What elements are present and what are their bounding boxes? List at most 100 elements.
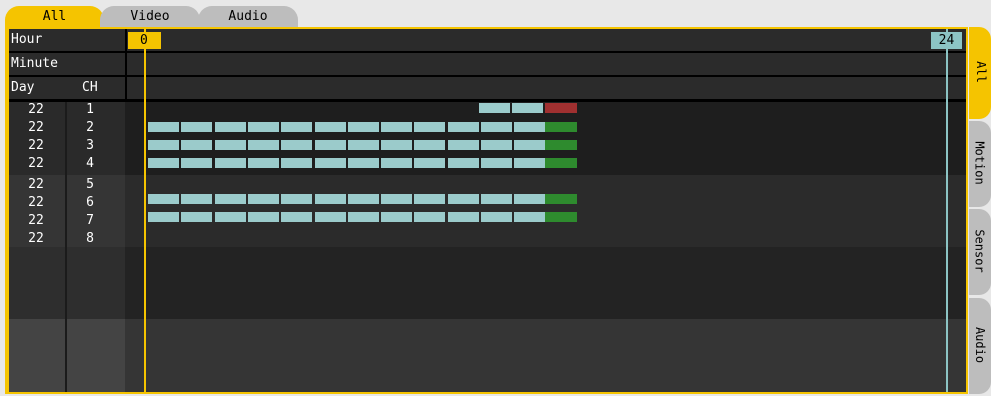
video-segment[interactable] [148, 212, 179, 222]
motion-segment[interactable] [545, 158, 577, 168]
video-segment[interactable] [148, 122, 179, 132]
video-segment[interactable] [514, 212, 546, 222]
video-segment[interactable] [414, 158, 446, 168]
video-segment[interactable] [214, 122, 246, 132]
video-segment[interactable] [447, 194, 479, 204]
video-segment[interactable] [148, 194, 179, 204]
video-segment[interactable] [181, 158, 213, 168]
video-segment[interactable] [481, 158, 512, 168]
video-segment[interactable] [514, 140, 546, 150]
row-channel: 6 [86, 195, 94, 210]
video-segment[interactable] [347, 212, 379, 222]
video-segment[interactable] [181, 194, 213, 204]
start-hour-badge: 0 [128, 32, 161, 49]
side-tab-audio[interactable]: Audio [969, 298, 991, 394]
video-segment[interactable] [281, 158, 313, 168]
video-segment[interactable] [314, 122, 346, 132]
video-segment[interactable] [514, 158, 546, 168]
tab-all[interactable]: All [5, 6, 104, 28]
video-segment[interactable] [314, 194, 346, 204]
video-segment[interactable] [347, 194, 379, 204]
video-segment[interactable] [481, 140, 512, 150]
video-segment[interactable] [514, 194, 546, 204]
video-segment[interactable] [347, 122, 379, 132]
video-segment[interactable] [381, 122, 413, 132]
video-segment[interactable] [481, 212, 512, 222]
video-segment[interactable] [247, 194, 279, 204]
side-tab-all[interactable]: All [969, 27, 991, 119]
side-tab-sensor[interactable]: Sensor [969, 209, 991, 295]
video-segment[interactable] [447, 158, 479, 168]
video-segment[interactable] [247, 140, 279, 150]
row-channel: 1 [86, 102, 94, 117]
row-channel: 7 [86, 213, 94, 228]
video-segment[interactable] [281, 194, 313, 204]
day-ch-ruler [127, 77, 966, 99]
video-segment[interactable] [247, 158, 279, 168]
tab-audio[interactable]: Audio [198, 6, 298, 28]
video-segment[interactable] [512, 103, 543, 113]
side-tab-motion[interactable]: Motion [969, 121, 991, 207]
row-day: 22 [28, 231, 44, 246]
row-channel: 3 [86, 138, 94, 153]
row-day: 22 [28, 177, 44, 192]
video-segment[interactable] [214, 212, 246, 222]
row-channel: 5 [86, 177, 94, 192]
hour-ruler[interactable] [127, 29, 966, 51]
video-segment[interactable] [148, 140, 179, 150]
row-group-4 [9, 319, 966, 392]
video-segment[interactable] [414, 194, 446, 204]
video-segment[interactable] [247, 212, 279, 222]
video-segment[interactable] [314, 212, 346, 222]
video-segment[interactable] [381, 212, 413, 222]
row-day: 22 [28, 120, 44, 135]
minute-ruler[interactable] [127, 53, 966, 75]
video-segment[interactable] [381, 194, 413, 204]
tab-video[interactable]: Video [100, 6, 200, 28]
row-group-4-labels [9, 319, 125, 392]
video-segment[interactable] [314, 158, 346, 168]
video-segment[interactable] [381, 140, 413, 150]
video-segment[interactable] [414, 122, 446, 132]
video-segment[interactable] [148, 158, 179, 168]
video-segment[interactable] [281, 140, 313, 150]
row-day: 22 [28, 213, 44, 228]
video-segment[interactable] [181, 140, 213, 150]
event-segment[interactable] [545, 103, 577, 113]
row-channel: 2 [86, 120, 94, 135]
row-day: 22 [28, 156, 44, 171]
video-segment[interactable] [381, 158, 413, 168]
video-segment[interactable] [281, 212, 313, 222]
end-hour-badge: 24 [931, 32, 962, 49]
video-segment[interactable] [414, 212, 446, 222]
motion-segment[interactable] [545, 194, 577, 204]
video-segment[interactable] [281, 122, 313, 132]
video-segment[interactable] [481, 122, 512, 132]
video-segment[interactable] [214, 194, 246, 204]
day-ch-header: Day CH [9, 77, 125, 99]
start-time-marker[interactable] [144, 29, 146, 392]
header-divider-1 [9, 51, 966, 53]
video-segment[interactable] [214, 140, 246, 150]
video-segment[interactable] [481, 194, 512, 204]
video-segment[interactable] [514, 122, 546, 132]
video-segment[interactable] [347, 140, 379, 150]
day-ch-column-divider [65, 102, 67, 392]
video-segment[interactable] [479, 103, 510, 113]
motion-segment[interactable] [545, 212, 577, 222]
motion-segment[interactable] [545, 122, 577, 132]
row-channel: 4 [86, 156, 94, 171]
video-segment[interactable] [247, 122, 279, 132]
row-day: 22 [28, 195, 44, 210]
video-segment[interactable] [314, 140, 346, 150]
end-time-marker[interactable] [946, 29, 948, 392]
video-segment[interactable] [447, 140, 479, 150]
video-segment[interactable] [347, 158, 379, 168]
video-segment[interactable] [214, 158, 246, 168]
video-segment[interactable] [181, 122, 213, 132]
video-segment[interactable] [414, 140, 446, 150]
video-segment[interactable] [181, 212, 213, 222]
motion-segment[interactable] [545, 140, 577, 150]
video-segment[interactable] [447, 122, 479, 132]
video-segment[interactable] [447, 212, 479, 222]
